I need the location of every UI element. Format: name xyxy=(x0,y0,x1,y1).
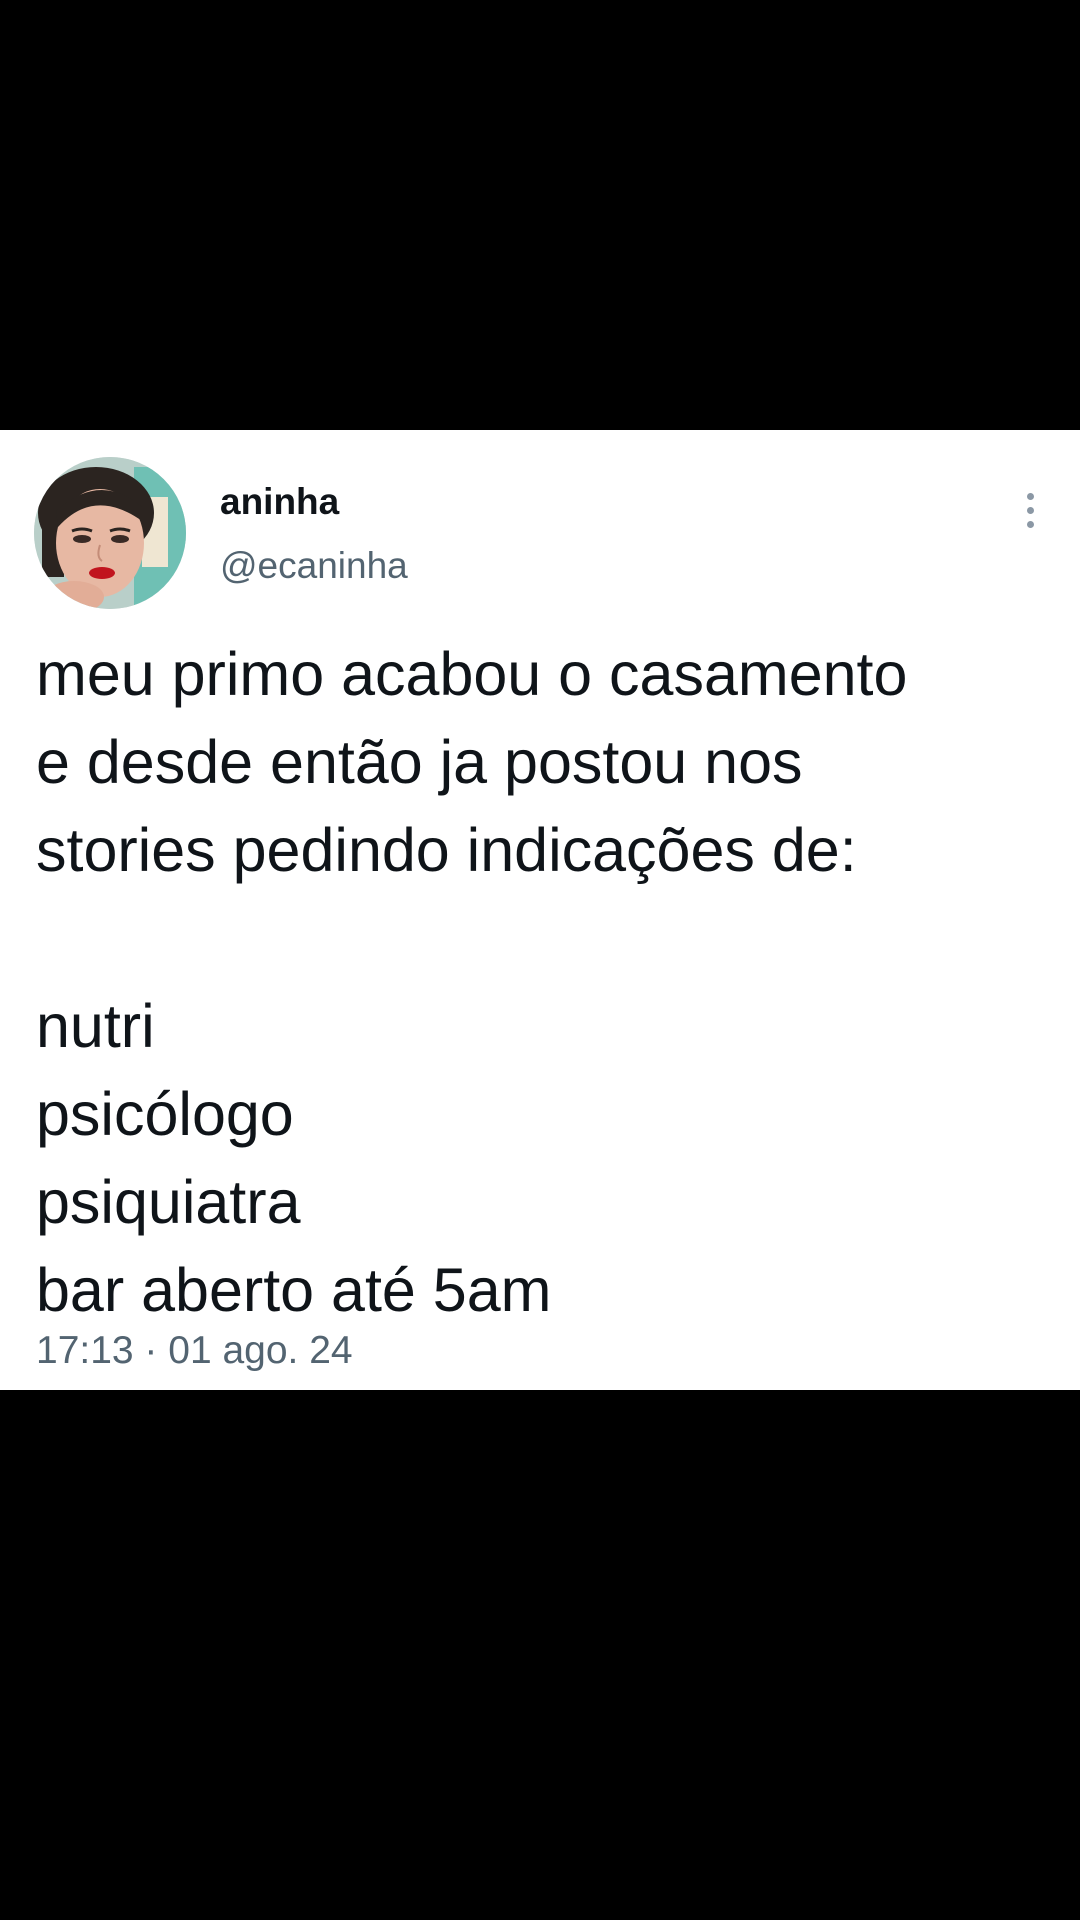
bottom-black-bar xyxy=(0,1390,1080,1920)
tweet-text-line: e desde então ja postou nos xyxy=(36,728,803,796)
more-options-button[interactable] xyxy=(1010,480,1050,540)
avatar[interactable] xyxy=(34,457,186,609)
tweet-text-line: stories pedindo indicações de: xyxy=(36,816,857,884)
tweet-list-item: bar aberto até 5am xyxy=(36,1256,552,1324)
more-vertical-icon xyxy=(1026,492,1034,500)
tweet-text-line: meu primo acabou o casamento xyxy=(36,640,908,708)
more-vertical-icon-dot xyxy=(1026,506,1034,514)
tweet-timestamp[interactable]: 17:13 · 01 ago. 24 xyxy=(36,1329,353,1373)
tweet-list-item: psicólogo xyxy=(36,1080,294,1148)
top-black-bar xyxy=(0,0,1080,430)
author-display-name[interactable]: aninha xyxy=(220,481,339,523)
author-handle[interactable]: @ecaninha xyxy=(220,545,408,587)
tweet-list-item: nutri xyxy=(36,992,155,1060)
user-avatar-icon xyxy=(34,457,186,609)
tweet-card: aninha @ecaninha meu primo acabou o casa… xyxy=(0,430,1080,1390)
more-vertical-icon-dot xyxy=(1026,520,1034,528)
tweet-list-item: psiquiatra xyxy=(36,1168,301,1236)
tweet-text: meu primo acabou o casamento e desde ent… xyxy=(36,630,1046,1334)
